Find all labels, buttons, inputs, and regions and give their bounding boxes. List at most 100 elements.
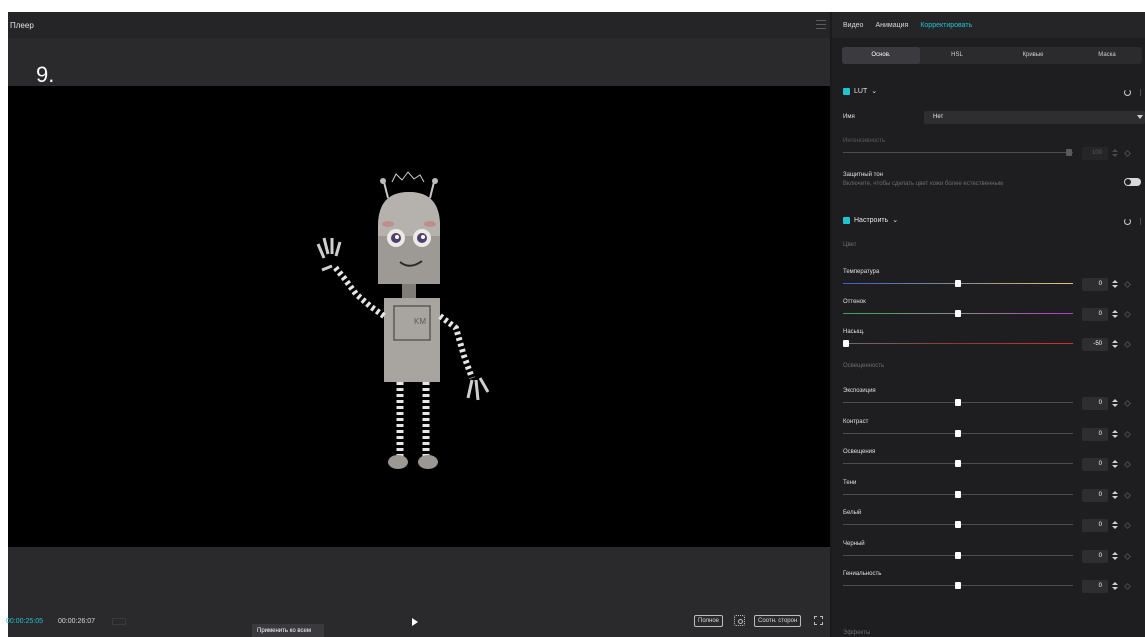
timeline-toggle-icon[interactable]	[112, 618, 126, 625]
timecode-current: 00:00:25:05	[6, 618, 43, 625]
slider-knob[interactable]	[955, 429, 961, 437]
keyframe-icon[interactable]	[1123, 310, 1132, 319]
adjust-row-label: Контраст	[843, 418, 869, 425]
keyframe-icon[interactable]	[1123, 491, 1132, 499]
keyframe-icon[interactable]	[1123, 340, 1132, 349]
menu-icon[interactable]	[816, 20, 826, 29]
keyframe-icon[interactable]	[1123, 521, 1132, 530]
value-stepper[interactable]	[1111, 308, 1118, 321]
adjust-title: Настроить	[854, 216, 889, 224]
adjust-value-input[interactable]: 0	[1082, 549, 1108, 563]
player-header: Плеер	[8, 12, 830, 38]
adjust-slider[interactable]	[843, 582, 1073, 590]
adjust-value-input[interactable]: -50	[1082, 338, 1108, 351]
slider-knob[interactable]	[955, 582, 961, 589]
value-stepper[interactable]	[1111, 550, 1118, 563]
tab-video[interactable]: Видео	[843, 22, 863, 29]
lut-keyframe-icon[interactable]	[1140, 89, 1145, 96]
lut-intensity-label: Интенсивность	[843, 138, 886, 144]
adjust-slider[interactable]	[843, 551, 1073, 560]
subtab-hsl[interactable]: HSL	[920, 47, 994, 64]
video-preview[interactable]: KM	[8, 86, 830, 547]
keyframe-icon[interactable]	[1123, 460, 1132, 469]
adjust-slider[interactable]	[843, 399, 1073, 407]
lut-checkbox[interactable]	[843, 87, 850, 95]
value-stepper[interactable]	[1111, 428, 1118, 441]
lut-intensity-knob[interactable]	[1066, 149, 1072, 156]
play-icon[interactable]	[412, 618, 418, 626]
adjust-row-label: Тени	[843, 479, 857, 486]
step-number: 9.	[36, 62, 55, 87]
adjust-value-input[interactable]: 0	[1082, 308, 1108, 321]
lut-intensity-slider[interactable]	[843, 149, 1073, 157]
slider-knob[interactable]	[955, 310, 961, 317]
lut-name-label: Имя	[843, 114, 855, 120]
adjust-row-label: Экспозиция	[843, 388, 876, 394]
slider-knob[interactable]	[955, 521, 961, 528]
aspect-ratio-button[interactable]: Соотн. сторон	[754, 615, 802, 627]
slider-track	[843, 343, 1073, 344]
slider-knob[interactable]	[955, 490, 961, 498]
slider-knob[interactable]	[955, 460, 961, 467]
adjust-slider[interactable]	[843, 340, 1073, 348]
keyframe-icon[interactable]	[1123, 149, 1132, 158]
subtab-basic[interactable]: Основ.	[842, 47, 920, 64]
timecode-total: 00:00:26:07	[58, 618, 95, 625]
value-stepper[interactable]	[1111, 489, 1118, 502]
adjust-section-header[interactable]: Настроить ⌄	[843, 216, 898, 224]
adjust-value-input[interactable]: 0	[1082, 458, 1108, 471]
adjust-slider[interactable]	[843, 429, 1073, 438]
adjust-checkbox[interactable]	[843, 216, 850, 224]
adjust-value-input[interactable]: 0	[1082, 488, 1108, 502]
adjust-reset-icon[interactable]	[1124, 218, 1131, 225]
svg-text:KM: KM	[414, 317, 426, 326]
tab-animation[interactable]: Анимация	[875, 22, 908, 29]
keyframe-icon[interactable]	[1123, 552, 1132, 560]
player-title: Плеер	[10, 20, 34, 30]
color-group-label: Цвет	[843, 242, 857, 248]
keyframe-icon[interactable]	[1123, 280, 1132, 289]
slider-knob[interactable]	[955, 399, 961, 406]
value-stepper[interactable]	[1111, 519, 1118, 532]
fullscreen-icon[interactable]	[814, 616, 823, 625]
adjust-slider[interactable]	[843, 490, 1073, 499]
lut-intensity-stepper[interactable]	[1111, 147, 1118, 160]
crop-icon[interactable]	[734, 615, 745, 626]
value-stepper[interactable]	[1111, 338, 1118, 351]
apply-all-button[interactable]: Применить ко всем	[252, 624, 324, 637]
subtab-mask[interactable]: Маска	[1072, 47, 1142, 64]
editor-window: Плеер KM 00:00:25:05 00:00:26:07 Полное …	[6, 12, 1145, 637]
player-footer: 00:00:25:05 00:00:26:07 Полное Соотн. ст…	[6, 610, 830, 637]
adjust-slider[interactable]	[843, 280, 1073, 288]
adjust-value-input[interactable]: 0	[1082, 519, 1108, 532]
keyframe-icon[interactable]	[1123, 430, 1132, 438]
keyframe-icon[interactable]	[1123, 582, 1132, 591]
adjust-value-input[interactable]: 0	[1082, 580, 1108, 593]
adjust-row-label: Черный	[843, 540, 865, 547]
value-stepper[interactable]	[1111, 278, 1118, 291]
slider-knob[interactable]	[955, 551, 961, 559]
lut-reset-icon[interactable]	[1124, 89, 1131, 96]
adjust-slider[interactable]	[843, 310, 1073, 318]
full-quality-button[interactable]: Полное	[694, 615, 724, 627]
value-stepper[interactable]	[1111, 397, 1118, 410]
protect-tone-toggle[interactable]	[1124, 178, 1141, 186]
lut-name-select[interactable]: Нет	[924, 111, 1145, 124]
adjust-slider[interactable]	[843, 521, 1073, 529]
adjust-slider[interactable]	[843, 460, 1073, 468]
lut-intensity-input[interactable]: 100	[1082, 147, 1108, 160]
slider-knob[interactable]	[843, 340, 849, 347]
tab-adjust[interactable]: Корректировать	[920, 22, 972, 29]
adjust-value-input[interactable]: 0	[1082, 427, 1108, 441]
keyframe-icon[interactable]	[1123, 399, 1132, 408]
lut-section-header[interactable]: LUT ⌄	[843, 87, 877, 95]
lut-name-value: Нет	[933, 114, 944, 120]
adjust-keyframe-icon[interactable]	[1140, 218, 1145, 225]
adjust-value-input[interactable]: 0	[1082, 397, 1108, 410]
subtab-curves[interactable]: Кривые	[994, 47, 1072, 64]
value-stepper[interactable]	[1111, 458, 1118, 471]
adjust-value-input[interactable]: 0	[1082, 278, 1108, 291]
slider-knob[interactable]	[955, 280, 961, 287]
value-stepper[interactable]	[1111, 580, 1118, 593]
chevron-down-icon: ⌄	[892, 217, 899, 224]
